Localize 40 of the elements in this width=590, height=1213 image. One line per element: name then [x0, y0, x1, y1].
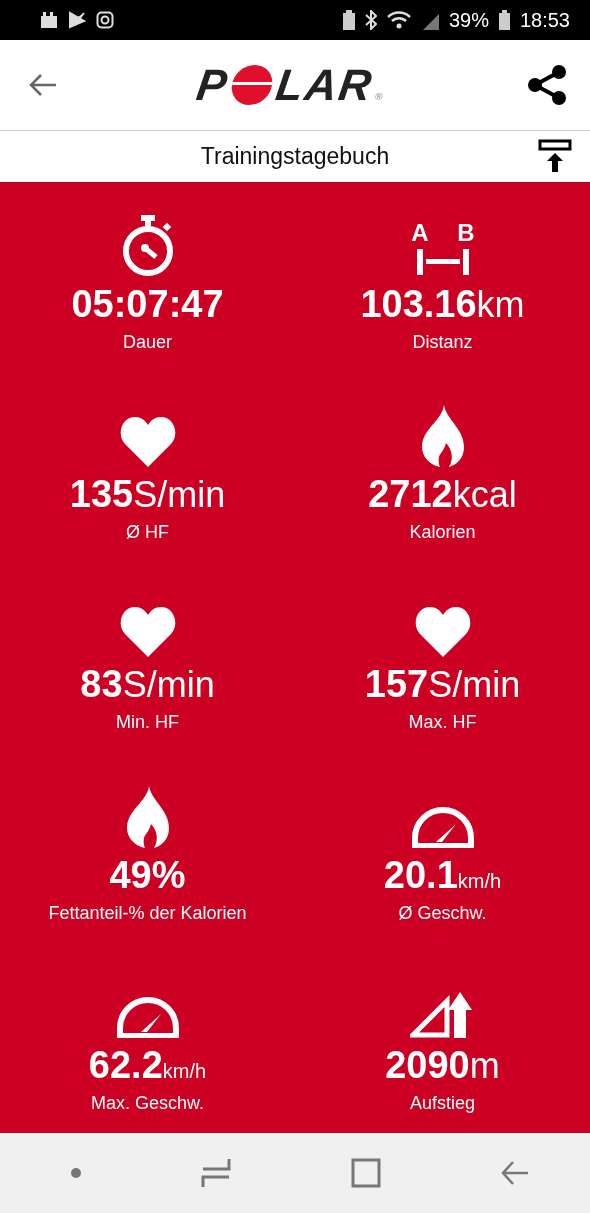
clock: 18:53: [519, 8, 570, 32]
flame-icon: [126, 785, 169, 848]
stat-value: 83S/min: [80, 663, 215, 707]
battery-saver-icon: [342, 10, 355, 30]
stat-label: Max. Geschw.: [90, 1092, 204, 1114]
stat-label: Ø HF: [126, 522, 169, 544]
stat-value: 2712kcal: [368, 473, 517, 517]
recent-apps-button[interactable]: [201, 1158, 232, 1188]
stat-value: 103.16km: [360, 283, 525, 327]
stat-value: 135S/min: [69, 473, 226, 517]
back-button[interactable]: [28, 73, 58, 97]
stat-value: 05:07:47: [71, 283, 224, 327]
bluetooth-icon: [364, 10, 377, 30]
home-button[interactable]: [350, 1158, 381, 1188]
battery-percentage: 39%: [448, 8, 489, 32]
notification-icon: [40, 11, 58, 29]
stat-label: Distanz: [412, 332, 473, 354]
stat-value: 2090m: [385, 1043, 500, 1087]
stat-value: 157S/min: [364, 663, 521, 707]
stat-value: 49%: [109, 853, 186, 897]
heart-icon: [119, 607, 176, 658]
stat-value: 62.2km/h: [88, 1043, 207, 1087]
stat-label: Max. HF: [408, 712, 477, 734]
stat-label: Min. HF: [116, 712, 179, 734]
export-button[interactable]: [538, 139, 572, 173]
stat-label: Dauer: [123, 332, 172, 354]
stat-label: Aufstieg: [409, 1092, 475, 1114]
page-title: Trainingstagebuch: [200, 143, 390, 170]
battery-icon: [498, 10, 510, 30]
share-button[interactable]: [526, 64, 568, 106]
stat-label: Fettanteil-% der Kalorien: [48, 902, 247, 924]
stat-value: 20.1km/h: [383, 853, 502, 897]
heart-icon: [414, 607, 471, 658]
wifi-icon: [386, 10, 413, 30]
stat-label: Kalorien: [409, 522, 476, 544]
stat-label: Ø Geschw.: [398, 902, 487, 924]
instagram-icon: [96, 11, 114, 29]
dot-icon[interactable]: [69, 1167, 82, 1179]
flame-icon: [421, 405, 464, 468]
heart-icon: [119, 417, 176, 468]
